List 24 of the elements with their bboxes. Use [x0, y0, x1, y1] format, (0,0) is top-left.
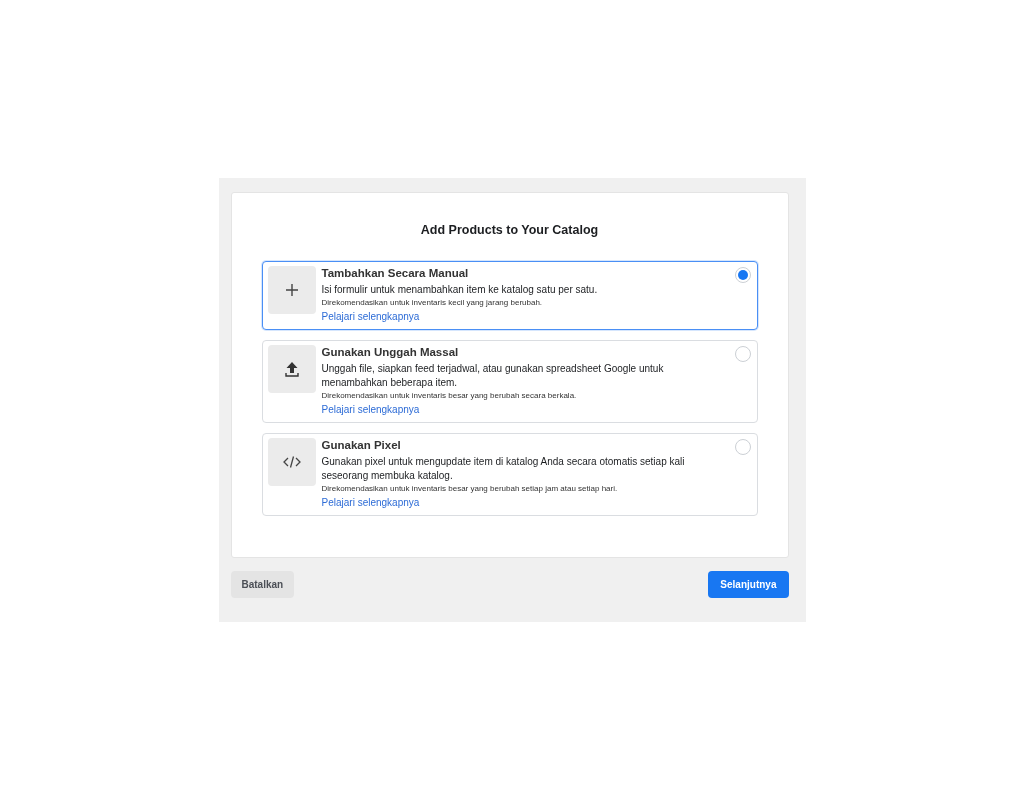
radio-button[interactable] [734, 346, 751, 362]
learn-more-link[interactable]: Pelajari selengkapnya [321, 495, 420, 511]
option-note: Direkomendasikan untuk inventaris besar yang berubah setiap jam atau setiap hari. [321, 483, 619, 495]
option-card[interactable]: Tambahkan Secara Manual Isi formulir untuk menambahkan item ke katalog satu per satu. Direkomendasikan untuk inventaris kecil yang jarang berubah. Pelajari selengkapnya [261, 261, 758, 330]
option-title: Tambahkan Secara Manual [321, 267, 470, 279]
option-title: Gunakan Pixel [321, 439, 402, 451]
learn-more-link[interactable]: Pelajari selengkapnya [321, 402, 420, 418]
option-description: Unggah file, siapkan feed terjadwal, atau gunakan spreadsheet Google untuk menambahkan beberapa item. [321, 362, 665, 390]
option-note: Direkomendasikan untuk inventaris kecil yang jarang berubah. [321, 297, 544, 309]
radio-button[interactable] [734, 267, 751, 283]
option-description: Isi formulir untuk menambahkan item ke katalog satu per satu. [321, 283, 598, 297]
option-description: Gunakan pixel untuk mengupdate item di katalog Anda secara otomatis setiap kali seseorang membuka katalog. [321, 455, 686, 483]
dialog-title: Add Products to Your Catalog [419, 223, 600, 237]
option-title: Gunakan Unggah Massal [321, 346, 460, 358]
option-card[interactable] [261, 340, 758, 423]
radio-button[interactable] [734, 439, 751, 455]
next-button[interactable]: Selanjutnya [708, 571, 789, 598]
plus-icon [285, 284, 298, 296]
upload-icon [284, 361, 299, 377]
code-icon [282, 456, 301, 468]
option-note: Direkomendasikan untuk inventaris besar yang berubah secara berkala. [321, 390, 578, 402]
option-card[interactable] [261, 433, 758, 516]
cancel-button[interactable]: Batalkan [230, 571, 295, 598]
learn-more-link[interactable]: Pelajari selengkapnya [321, 309, 420, 325]
